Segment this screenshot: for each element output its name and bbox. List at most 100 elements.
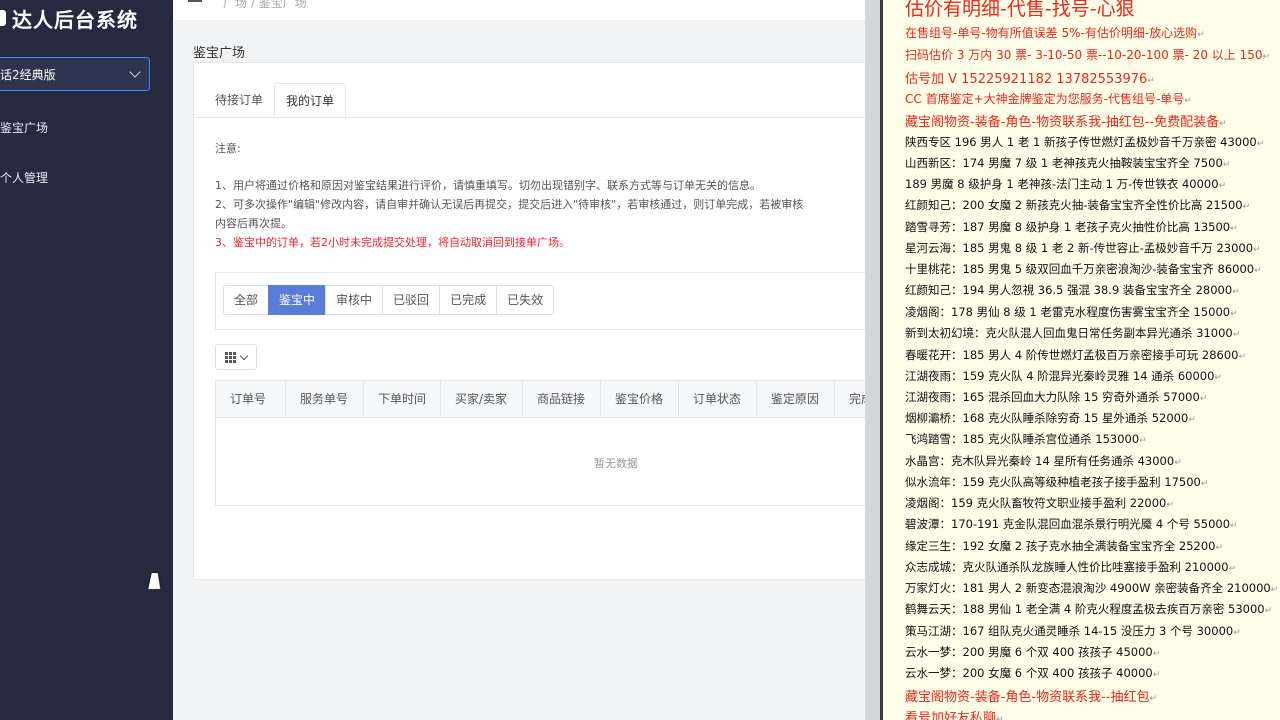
overlay-line: 碧波潭：170-191 克金队混回血混杀景行明光魇 4 个号 55000↵ — [905, 516, 1238, 532]
overlay-line-text: 飞鸿踏雪：185 克火队睡杀宫位通杀 153000 — [905, 432, 1140, 446]
empty-state: 暂无数据 — [594, 457, 638, 470]
return-mark-icon: ↵ — [1264, 606, 1273, 616]
return-mark-icon: ↵ — [1149, 694, 1158, 704]
column-header[interactable]: 鉴宝价格 — [601, 381, 679, 417]
return-mark-icon: ↵ — [1166, 500, 1174, 510]
overlay-line: CC 首席鉴定+大神金牌鉴定为您服务-代售组号-单号↵ — [905, 90, 1192, 107]
return-mark-icon: ↵ — [996, 715, 1004, 720]
tab-my-orders[interactable]: 我的订单 — [274, 83, 347, 117]
overlay-line-text: 云水一梦：200 女魔 6 个双 400 孩孩子 40000 — [905, 666, 1153, 680]
column-header[interactable]: 订单状态 — [679, 381, 757, 417]
overlay-line-text: 星河云海：185 男鬼 8 级 1 老 2 新-传世容止-孟极妙音千万 2300… — [905, 241, 1254, 255]
overlay-line: 策马江湖：167 组队克火通灵睡杀 14-15 没压力 3 个号 30000↵ — [905, 623, 1241, 639]
column-toggle-button[interactable] — [215, 344, 257, 370]
return-mark-icon: ↵ — [1219, 119, 1227, 129]
return-mark-icon: ↵ — [1233, 628, 1241, 638]
menu-toggle-icon[interactable] — [188, 0, 202, 2]
overlay-line: 云水一梦：200 男魔 6 个双 400 孩孩子 45000↵ — [905, 644, 1160, 660]
overlay-line-text: 云水一梦：200 男魔 6 个双 400 孩孩子 45000 — [905, 645, 1153, 659]
overlay-line: 星河云海：185 男鬼 8 级 1 老 2 新-传世容止-孟极妙音千万 2300… — [905, 240, 1261, 256]
filter-appraising-button[interactable]: 鉴宝中 — [268, 285, 327, 315]
overlay-line-text: 估号加 V 15225921182 13782553976 — [905, 72, 1148, 87]
overlay-line: 189 男魔 8 级护身 1 老神孩-法门主动 1 万-传世铁衣 40000↵ — [905, 176, 1226, 192]
overlay-line-text: 踏雪寻芳：187 男魔 8 级护身 1 老孩子克火抽性价比高 13500 — [905, 220, 1231, 234]
sidebar: 达人后台系统 话2经典版 鉴宝广场 个人管理 — [0, 0, 173, 720]
overlay-line: 飞鸿踏雪：185 克火队睡杀宫位通杀 153000↵ — [905, 431, 1147, 447]
return-mark-icon: ↵ — [1232, 287, 1240, 297]
tab-divider — [194, 117, 865, 118]
overlay-line-text: 看号加好友私聊 — [905, 711, 997, 720]
overlay-line: 陕西专区 196 男人 1 老 1 新孩子传世燃灯孟极妙音千万亲密 43000↵ — [905, 134, 1264, 150]
filter-expired-button[interactable]: 已失效 — [496, 285, 555, 315]
return-mark-icon: ↵ — [1200, 479, 1209, 489]
overlay-line: 凌烟阁：178 男仙 8 级 1 老雷克水程度伤害雾宝宝齐全 15000↵ — [905, 304, 1238, 320]
overlay-line: 江湖夜雨：159 克火队 4 阶混异光秦岭灵雅 14 通杀 60000↵ — [905, 368, 1222, 384]
overlay-line: 藏宝阁物资-装备-角色-物资联系我-抽红包--免费配装备↵ — [905, 111, 1227, 130]
overlay-line: 新到太初幻境：克火队混人回血鬼日常任务副本异光通杀 31000↵ — [905, 325, 1240, 341]
filter-completed-button[interactable]: 已完成 — [439, 285, 498, 315]
page-title: 鉴宝广场 — [193, 46, 246, 61]
column-header[interactable]: 下单时间 — [364, 381, 441, 417]
breadcrumb: 广场 / 鉴宝广场 — [223, 0, 307, 10]
return-mark-icon: ↵ — [1228, 564, 1237, 574]
column-header[interactable]: 完成 — [835, 381, 865, 417]
overlay-line: 在售组号-单号-物有所值误差 5%-有估价明细-放心选购↵ — [905, 24, 1205, 41]
overlay-line-text: CC 首席鉴定+大神金牌鉴定为您服务-代售组号-单号 — [905, 92, 1185, 106]
notice-line-3: 3、鉴宝中的订单，若2小时未完成提交处理，将自动取消回到接单广场。 — [215, 236, 570, 249]
column-header[interactable]: 订单号 — [216, 381, 286, 417]
overlay-line: 鹤舞云天：188 男仙 1 老全满 4 阶克火程度孟极去疾百万亲密 53000↵ — [905, 601, 1272, 617]
overlay-line: 凌烟阁：159 克火队畜牧符文职业接手盈利 22000↵ — [905, 495, 1174, 511]
overlay-line: 红颜知己：194 男人忽視 36.5 强混 38.9 装备宝宝齐全 28000↵ — [905, 282, 1240, 298]
return-mark-icon: ↵ — [1199, 394, 1208, 404]
overlay-line-text: 江湖夜雨：159 克火队 4 阶混异光秦岭灵雅 14 通杀 60000 — [905, 369, 1215, 383]
sidebar-item-appraisal-plaza[interactable]: 鉴宝广场 — [0, 119, 48, 136]
overlay-line-text: 藏宝阁物资-装备-角色-物资联系我--抽红包 — [905, 690, 1150, 705]
column-header[interactable]: 服务单号 — [286, 381, 364, 417]
filter-rejected-button[interactable]: 已驳回 — [382, 285, 441, 315]
overlay-line-text: 碧波潭：170-191 克金队混回血混杀景行明光魇 4 个号 55000 — [905, 517, 1231, 531]
overlay-line: 万家灯火：181 男人 2 新变态混浪淘沙 4900W 亲密装备齐全 21000… — [905, 580, 1278, 596]
overlay-line-text: 山西新区：174 男魔 7 级 1 老神孩克火抽鞍装宝宝齐全 7500 — [905, 156, 1223, 170]
overlay-line-text: 凌烟阁：159 克火队畜牧符文职业接手盈利 22000 — [905, 496, 1167, 510]
column-header[interactable]: 鉴定原因 — [757, 381, 835, 417]
overlay-line: 踏雪寻芳：187 男魔 8 级护身 1 老孩子克火抽性价比高 13500↵ — [905, 219, 1238, 235]
table-header: 订单号 服务单号 下单时间 买家/卖家 商品链接 鉴宝价格 订单状态 鉴定原因 … — [216, 381, 865, 418]
game-version-select[interactable]: 话2经典版 — [0, 57, 150, 91]
game-version-label: 话2经典版 — [0, 67, 56, 82]
overlay-line: 江湖夜雨：165 混杀回血大力队除 15 穷奇外通杀 57000↵ — [905, 389, 1207, 405]
main-content: 广场 / 鉴宝广场 鉴宝广场 待接订单 我的订单 注意: 1、用户将通过价格和原… — [173, 0, 865, 720]
overlay-line-text: 鹤舞云天：188 男仙 1 老全满 4 阶克火程度孟极去疾百万亲密 53000 — [905, 602, 1265, 616]
return-mark-icon: ↵ — [1214, 373, 1222, 383]
overlay-line-text: 扫码估价 3 万内 30 票- 3-10-50 票--10-20-100 票- … — [905, 48, 1263, 62]
return-mark-icon: ↵ — [1230, 309, 1238, 319]
return-mark-icon: ↵ — [1215, 543, 1224, 553]
overlay-line-text: 众志成城：克火队通杀队龙族睡人性价比哇塞接手盈利 210000 — [905, 560, 1229, 574]
overlay-line: 藏宝阁物资-装备-角色-物资联系我--抽红包↵ — [905, 686, 1157, 705]
chevron-down-icon — [239, 351, 249, 360]
chevron-down-icon — [129, 66, 141, 78]
tab-pending-orders[interactable]: 待接订单 — [204, 83, 274, 117]
overlay-line: 扫码估价 3 万内 30 票- 3-10-50 票--10-20-100 票- … — [905, 46, 1270, 63]
overlay-line: 缘定三生：192 女魔 2 孩子克水抽全满装备宝宝齐全 25200↵ — [905, 538, 1223, 554]
filter-reviewing-button[interactable]: 审核中 — [325, 285, 384, 315]
column-header[interactable]: 商品链接 — [523, 381, 601, 417]
notice-line-2: 2、可多次操作"编辑"修改内容，请自审并确认无误后再提交，提交后进入"待审核"，… — [215, 198, 804, 211]
return-mark-icon: ↵ — [1230, 224, 1238, 234]
overlay-line: 烟柳灞桥：168 克火队睡杀除穷奇 15 星外通杀 52000↵ — [905, 410, 1196, 426]
overlay-line-text: 烟柳灞桥：168 克火队睡杀除穷奇 15 星外通杀 52000 — [905, 411, 1189, 425]
sidebar-item-personal-management[interactable]: 个人管理 — [0, 169, 48, 186]
filter-all-button[interactable]: 全部 — [223, 285, 270, 315]
return-mark-icon: ↵ — [1238, 352, 1247, 362]
notice-line-2b: 内容后再次提。 — [215, 217, 292, 230]
column-header[interactable]: 买家/卖家 — [441, 381, 523, 417]
overlay-line-text: 水晶宫：克木队异光秦岭 14 星所有任务通杀 43000 — [905, 454, 1175, 468]
return-mark-icon: ↵ — [1254, 266, 1262, 276]
notice-heading: 注意: — [215, 142, 241, 155]
top-bar: 广场 / 鉴宝广场 — [173, 0, 865, 20]
overlay-line-text: 红颜知己：194 男人忽視 36.5 强混 38.9 装备宝宝齐全 28000 — [905, 283, 1233, 297]
overlay-line-text: 在售组号-单号-物有所值误差 5%-有估价明细-放心选购 — [905, 26, 1198, 40]
overlay-line: 估号加 V 15225921182 13782553976↵ — [905, 68, 1155, 87]
overlay-line: 看号加好友私聊↵ — [905, 707, 1004, 720]
overlay-line-text: 陕西专区 196 男人 1 老 1 新孩子传世燃灯孟极妙音千万亲密 43000 — [905, 135, 1257, 149]
logo-icon — [0, 10, 6, 26]
